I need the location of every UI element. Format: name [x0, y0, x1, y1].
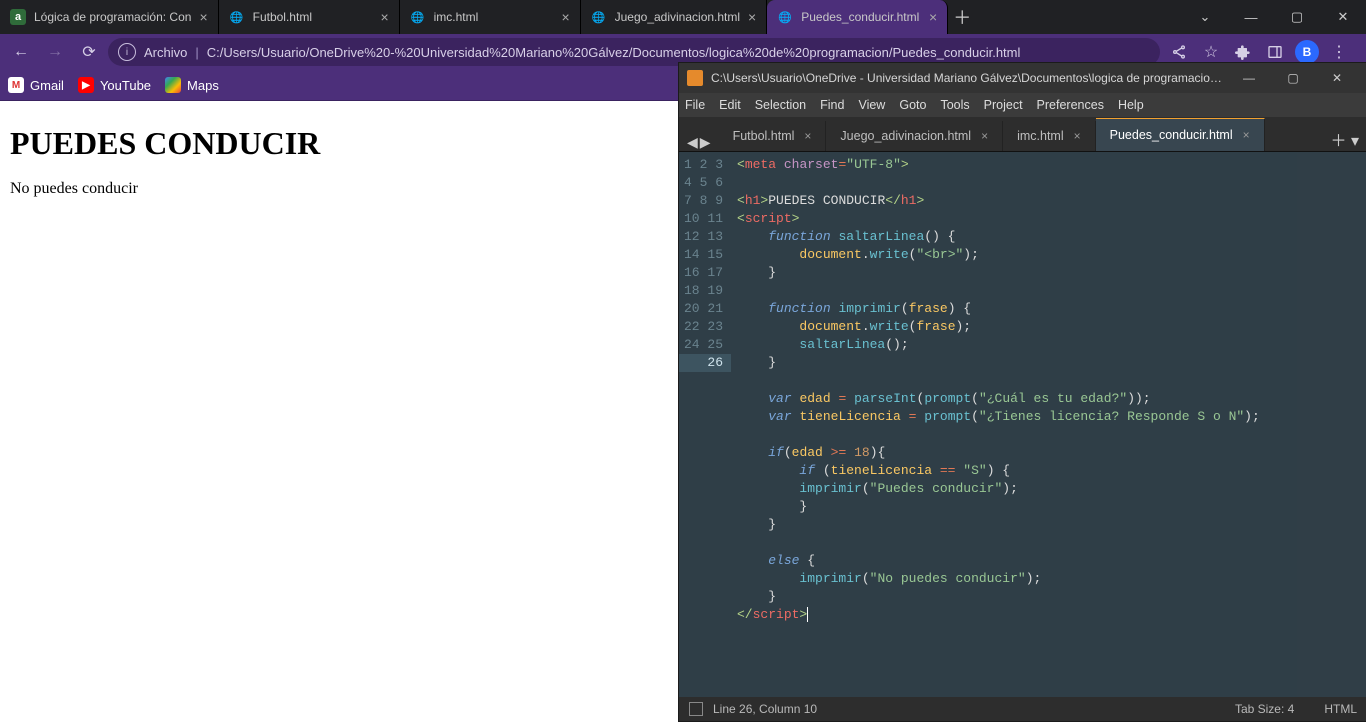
- maximize-button[interactable]: ▢: [1274, 0, 1320, 34]
- close-icon[interactable]: ×: [748, 9, 756, 25]
- tab-label: Puedes_conducir.html: [801, 10, 921, 24]
- bookmark-youtube[interactable]: ▶ YouTube: [78, 77, 151, 93]
- sublime-tabbar: ◀ ▶ Futbol.html × Juego_adivinacion.html ×…: [679, 117, 1366, 152]
- minimap[interactable]: [1297, 152, 1366, 697]
- editor-tab-label: Juego_adivinacion.html: [840, 129, 971, 143]
- close-icon[interactable]: ×: [1243, 128, 1250, 142]
- close-icon[interactable]: ×: [199, 9, 207, 25]
- close-icon[interactable]: ×: [981, 129, 988, 143]
- youtube-icon: ▶: [78, 77, 94, 93]
- menu-selection[interactable]: Selection: [755, 98, 806, 112]
- menu-help[interactable]: Help: [1118, 98, 1144, 112]
- globe-icon: 🌐: [229, 9, 245, 25]
- editor-tab-label: Futbol.html: [733, 129, 795, 143]
- status-cursor: Line 26, Column 10: [713, 702, 817, 716]
- menu-view[interactable]: View: [858, 98, 885, 112]
- browser-tab[interactable]: 🌐 Juego_adivinacion.html ×: [581, 0, 768, 34]
- line-gutter: 1 2 3 4 5 6 7 8 9 10 11 12 13 14 15 16 1…: [679, 152, 731, 697]
- sublime-logo-icon: [687, 70, 703, 86]
- url-text: C:/Users/Usuario/OneDrive%20-%20Universi…: [207, 45, 1021, 60]
- tab-scroll-right-icon[interactable]: ▶: [700, 134, 711, 151]
- menu-project[interactable]: Project: [984, 98, 1023, 112]
- maximize-button[interactable]: ▢: [1271, 63, 1315, 93]
- code-area[interactable]: <meta charset="UTF-8"> <h1>PUEDES CONDUC…: [731, 152, 1297, 697]
- maps-icon: [165, 77, 181, 93]
- browser-tab-active[interactable]: 🌐 Puedes_conducir.html ×: [767, 0, 948, 34]
- minimize-button[interactable]: ―: [1228, 0, 1274, 34]
- close-icon[interactable]: ×: [380, 9, 388, 25]
- sublime-statusbar: Line 26, Column 10 Tab Size: 4 HTML: [679, 697, 1366, 721]
- bookmark-gmail[interactable]: M Gmail: [8, 77, 64, 93]
- status-language[interactable]: HTML: [1324, 702, 1357, 716]
- favicon-letter: a: [10, 9, 26, 25]
- close-icon[interactable]: ×: [1074, 129, 1081, 143]
- close-icon[interactable]: ×: [929, 9, 937, 25]
- tab-label: Juego_adivinacion.html: [615, 10, 740, 24]
- editor-tab-label: Puedes_conducir.html: [1110, 128, 1233, 142]
- back-button[interactable]: ←: [6, 37, 36, 67]
- tab-label: Lógica de programación: Con: [34, 10, 191, 24]
- bookmark-maps[interactable]: Maps: [165, 77, 219, 93]
- site-info-icon[interactable]: i: [118, 43, 136, 61]
- editor-tab-label: imc.html: [1017, 129, 1064, 143]
- editor-tab[interactable]: imc.html ×: [1003, 121, 1096, 151]
- minimize-button[interactable]: ―: [1227, 63, 1271, 93]
- editor-tab[interactable]: Juego_adivinacion.html ×: [826, 121, 1003, 151]
- tab-scroll-left-icon[interactable]: ◀: [687, 134, 698, 151]
- sublime-window[interactable]: C:\Users\Usuario\OneDrive - Universidad …: [678, 62, 1366, 722]
- editor-tab-active[interactable]: Puedes_conducir.html ×: [1096, 118, 1265, 151]
- url-scheme-label: Archivo: [144, 45, 187, 60]
- avatar-letter: B: [1295, 40, 1319, 64]
- caret-down-icon[interactable]: ⌄: [1182, 0, 1228, 34]
- menu-find[interactable]: Find: [820, 98, 844, 112]
- menu-preferences[interactable]: Preferences: [1037, 98, 1104, 112]
- browser-tab[interactable]: 🌐 imc.html ×: [400, 0, 581, 34]
- menu-edit[interactable]: Edit: [719, 98, 741, 112]
- bookmark-label: Maps: [187, 78, 219, 93]
- status-tabsize[interactable]: Tab Size: 4: [1235, 702, 1294, 716]
- close-icon[interactable]: ×: [561, 9, 569, 25]
- browser-tab[interactable]: a Lógica de programación: Con ×: [0, 0, 219, 34]
- sublime-title: C:\Users\Usuario\OneDrive - Universidad …: [711, 71, 1227, 85]
- status-indicator-icon[interactable]: [689, 702, 703, 716]
- bookmark-label: YouTube: [100, 78, 151, 93]
- tab-label: Futbol.html: [253, 10, 373, 24]
- bookmark-label: Gmail: [30, 78, 64, 93]
- menu-goto[interactable]: Goto: [899, 98, 926, 112]
- globe-icon: 🌐: [777, 9, 793, 25]
- window-controls: ⌄ ― ▢ ✕: [1182, 0, 1366, 34]
- tab-label: imc.html: [434, 10, 554, 24]
- reload-button[interactable]: ⟳: [74, 37, 104, 67]
- menu-file[interactable]: File: [685, 98, 705, 112]
- close-button[interactable]: ✕: [1315, 63, 1359, 93]
- editor-tab[interactable]: Futbol.html ×: [719, 121, 827, 151]
- gmail-icon: M: [8, 77, 24, 93]
- new-tab-button[interactable]: ＋: [948, 4, 976, 30]
- close-button[interactable]: ✕: [1320, 0, 1366, 34]
- globe-icon: 🌐: [591, 9, 607, 25]
- browser-tab[interactable]: 🌐 Futbol.html ×: [219, 0, 400, 34]
- browser-titlebar: a Lógica de programación: Con × 🌐 Futbol…: [0, 0, 1366, 34]
- editor-new-tab[interactable]: ＋ ▾: [1323, 127, 1366, 151]
- close-icon[interactable]: ×: [804, 129, 811, 143]
- sublime-titlebar[interactable]: C:\Users\Usuario\OneDrive - Universidad …: [679, 63, 1366, 93]
- menu-tools[interactable]: Tools: [940, 98, 969, 112]
- forward-button[interactable]: →: [40, 37, 70, 67]
- editor-body[interactable]: 1 2 3 4 5 6 7 8 9 10 11 12 13 14 15 16 1…: [679, 152, 1366, 697]
- globe-icon: 🌐: [410, 9, 426, 25]
- sublime-menubar: File Edit Selection Find View Goto Tools…: [679, 93, 1366, 117]
